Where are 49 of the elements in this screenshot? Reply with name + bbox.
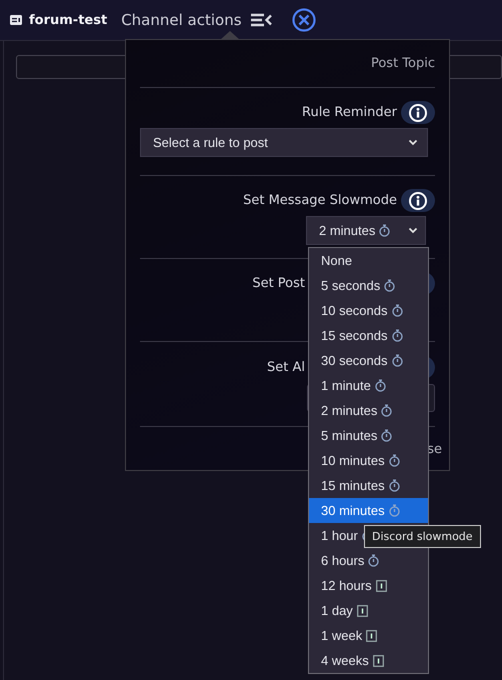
post-topic-link[interactable]: Post Topic [370, 56, 435, 71]
timer-icon [384, 279, 396, 292]
section-label: Set Al [267, 360, 305, 375]
dropdown-option[interactable]: 30 seconds [309, 348, 428, 373]
timer-icon [374, 379, 386, 392]
timer-icon [392, 329, 402, 342]
timer-icon [381, 404, 392, 417]
timer-icon [381, 429, 392, 442]
timer-icon [379, 224, 390, 237]
dropdown-option[interactable]: 1 day [309, 598, 428, 623]
info-button[interactable] [401, 189, 435, 212]
dropdown-option[interactable]: 1 minute [309, 373, 428, 398]
collapse-menu-icon [250, 12, 272, 28]
dropdown-option[interactable]: 5 minutes [309, 423, 428, 448]
timer-icon [392, 354, 402, 367]
chevron-down-icon [408, 139, 418, 146]
dropdown-option[interactable]: 15 minutes [309, 473, 428, 498]
dropdown-option[interactable]: 5 seconds [309, 273, 428, 298]
calendar-icon [372, 654, 384, 666]
dropdown-option[interactable]: 10 minutes [309, 448, 428, 473]
dropdown-option[interactable]: 1 week [309, 623, 428, 648]
calendar-icon [356, 604, 368, 616]
dropdown-option[interactable]: 6 hours [309, 548, 428, 573]
calendar-icon [366, 630, 378, 642]
timer-icon [388, 454, 400, 467]
slowmode-select[interactable]: 2 minutes [306, 216, 426, 245]
channel-icon [10, 15, 22, 25]
dropdown-option[interactable]: 4 weeks [309, 648, 428, 673]
dropdown-option[interactable]: None [309, 248, 428, 273]
section-label: Set Post [252, 276, 305, 291]
timer-icon [388, 479, 400, 492]
section-label: Rule Reminder [302, 105, 397, 120]
close-button[interactable] [292, 8, 316, 32]
timer-icon [392, 304, 402, 317]
channel-name: forum-test [29, 12, 108, 28]
dropdown-option[interactable]: 2 minutes [309, 398, 428, 423]
dropdown-option[interactable]: 12 hours [309, 573, 428, 598]
timer-icon [388, 504, 400, 517]
dropdown-option[interactable]: 10 seconds [309, 298, 428, 323]
rule-select[interactable]: Select a rule to post [140, 128, 428, 157]
calendar-icon [376, 580, 387, 592]
dropdown-option[interactable]: 30 minutes [309, 498, 428, 523]
tooltip: Discord slowmode [364, 525, 481, 548]
panel-title: Channel actions [121, 11, 242, 29]
timer-icon [368, 554, 380, 567]
chevron-down-icon [408, 227, 418, 234]
section-label: Set Message Slowmode [243, 193, 397, 208]
dropdown-option[interactable]: 15 seconds [309, 323, 428, 348]
info-button[interactable] [401, 101, 435, 124]
